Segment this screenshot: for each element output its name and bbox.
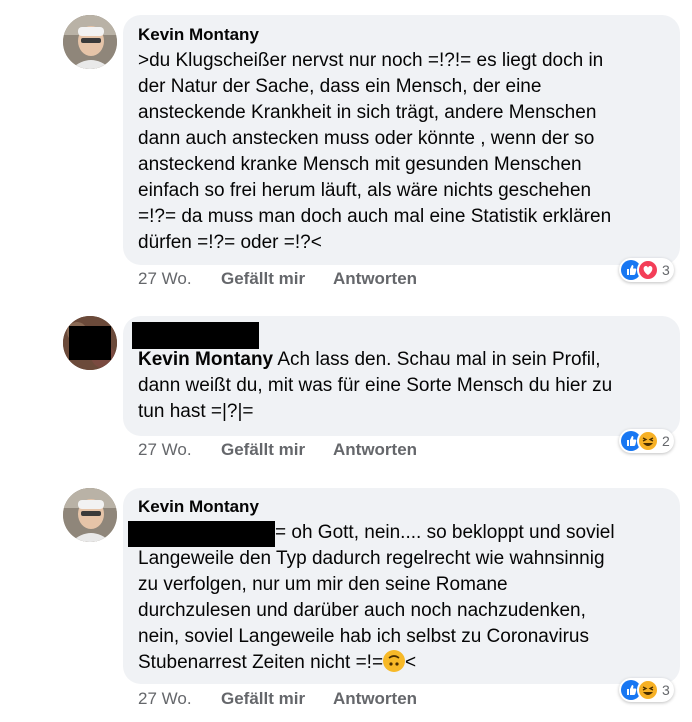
comment-line: = oh Gott, nein.... so bekloppt und sovi… [275,522,615,543]
reaction-summary[interactable]: 3 [619,678,674,702]
comment-line: einfach so frei herum läuft, als wäre ni… [138,180,592,201]
avatar[interactable] [63,488,117,542]
avatar[interactable] [63,15,117,69]
comment-author[interactable]: Kevin Montany [138,25,259,45]
comment-line: nein, soviel Langeweile hab ich selbst z… [138,626,589,647]
comment-line: dürfen =!?= oder =!?< [138,232,322,253]
comment-line: >du Klugscheißer nervst nur noch =!?!= e… [138,50,604,71]
reaction-count: 3 [662,262,670,278]
avatar[interactable] [63,316,117,370]
comment-line: ansteckend kranke Mensch mit gesunden Me… [138,154,582,175]
redacted-author [132,322,259,349]
upside-down-face-icon [383,650,406,672]
comment-line: ansteckende Krankheit in sich trägt, and… [138,102,597,123]
reply-button[interactable]: Antworten [333,269,417,289]
haha-icon [637,430,659,452]
mentioned-user[interactable]: Kevin Montany [138,349,273,370]
comment-line: dann weißt du, mit was für eine Sorte Me… [138,375,613,396]
comment-line: Langeweile den Typ dadurch regelrecht wi… [138,548,605,569]
comment-line: der Natur der Sache, dass ein Mensch, de… [138,76,542,97]
comment-text: = oh Gott, nein.... so bekloppt und sovi… [138,520,615,676]
love-icon [637,259,659,281]
comment-line: zu verfolgen, nur um mir den seine Roman… [138,574,508,595]
like-button[interactable]: Gefällt mir [221,269,305,289]
reaction-count: 3 [662,682,670,698]
like-button[interactable]: Gefällt mir [221,689,305,709]
comment-author[interactable]: Kevin Montany [138,497,259,517]
comment-line: dann auch anstecken muss oder könnte , w… [138,128,595,149]
timestamp[interactable]: 27 Wo. [138,689,192,709]
reply-button[interactable]: Antworten [333,689,417,709]
haha-icon [637,679,659,701]
timestamp[interactable]: 27 Wo. [138,440,192,460]
comment-line: Stubenarrest Zeiten nicht =!= [138,652,384,673]
comment-line: durchzulesen und darüber auch noch nachz… [138,600,586,621]
reaction-summary[interactable]: 2 [619,429,674,453]
like-button[interactable]: Gefällt mir [221,440,305,460]
comment-line: tun hast =|?|= [138,401,254,422]
comment-text: Kevin Montany Ach lass den. Schau mal in… [138,347,612,425]
comment-line: Ach lass den. Schau mal in sein Profil, [273,349,601,370]
comment-text: >du Klugscheißer nervst nur noch =!?!= e… [138,48,611,256]
reaction-summary[interactable]: 3 [619,258,674,282]
comment-line-end: < [405,652,417,673]
reply-button[interactable]: Antworten [333,440,417,460]
reaction-count: 2 [662,433,670,449]
timestamp[interactable]: 27 Wo. [138,269,192,289]
comment-line: =!?= da muss man doch auch mal eine Stat… [138,206,612,227]
